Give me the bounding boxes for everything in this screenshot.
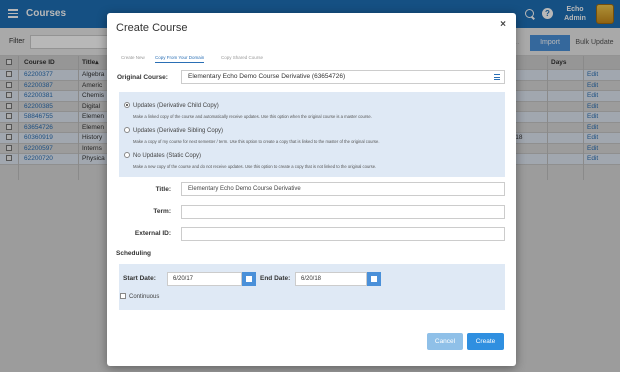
continuous-label: Continuous xyxy=(129,294,160,300)
create-course-dialog: Create Course × Create New Copy From You… xyxy=(107,13,516,366)
scheduling-heading: Scheduling xyxy=(116,250,152,257)
scheduling-section xyxy=(119,264,505,310)
radio-derivative-child[interactable] xyxy=(124,102,130,108)
cancel-button[interactable]: Cancel xyxy=(427,333,463,350)
radio-derivative-sibling[interactable] xyxy=(124,127,130,133)
title-label: Title: xyxy=(155,186,171,193)
option-label: Updates (Derivative Sibling Copy) xyxy=(133,128,224,134)
close-icon[interactable]: × xyxy=(500,19,506,30)
title-input[interactable]: Elementary Echo Demo Course Derivative xyxy=(181,182,505,196)
copy-type-options: Updates (Derivative Child Copy) Make a l… xyxy=(119,92,505,177)
external-id-label: External ID: xyxy=(134,230,171,237)
end-date-calendar-icon[interactable] xyxy=(367,272,381,286)
option-description: Make a copy of my course for next semest… xyxy=(133,139,380,144)
original-course-value: Elementary Echo Demo Course Derivative (… xyxy=(188,73,346,80)
tab-create-new[interactable]: Create New xyxy=(121,53,145,63)
end-date-label: End Date: xyxy=(260,275,291,282)
option-description: Make a linked copy of the course and aut… xyxy=(133,114,372,119)
tab-copy-from-domain[interactable]: Copy From Your Domain xyxy=(155,53,205,63)
term-input[interactable] xyxy=(181,205,505,219)
continuous-checkbox[interactable]: Continuous xyxy=(120,293,159,300)
start-date-label: Start Date: xyxy=(123,275,156,282)
radio-static-copy[interactable] xyxy=(124,152,130,158)
checkbox-box[interactable] xyxy=(120,293,126,299)
external-id-input[interactable] xyxy=(181,227,505,241)
tab-copy-shared-course[interactable]: Copy Shared Course xyxy=(221,53,263,63)
create-button[interactable]: Create xyxy=(467,333,504,350)
list-icon[interactable] xyxy=(494,74,500,80)
end-date-input[interactable]: 6/20/18 xyxy=(295,272,367,286)
dialog-title: Create Course xyxy=(116,22,188,34)
start-date-input[interactable]: 6/20/17 xyxy=(167,272,242,286)
option-label: No Updates (Static Copy) xyxy=(133,153,202,159)
original-course-label: Original Course: xyxy=(117,74,168,81)
option-label: Updates (Derivative Child Copy) xyxy=(133,103,219,109)
option-description: Make a new copy of the course and do not… xyxy=(133,164,377,169)
term-label: Term: xyxy=(153,208,171,215)
start-date-calendar-icon[interactable] xyxy=(242,272,256,286)
original-course-select[interactable]: Elementary Echo Demo Course Derivative (… xyxy=(181,70,505,84)
option-derivative-child[interactable]: Updates (Derivative Child Copy) xyxy=(124,102,219,109)
option-derivative-sibling[interactable]: Updates (Derivative Sibling Copy) xyxy=(124,127,223,134)
option-static-copy[interactable]: No Updates (Static Copy) xyxy=(124,152,201,159)
